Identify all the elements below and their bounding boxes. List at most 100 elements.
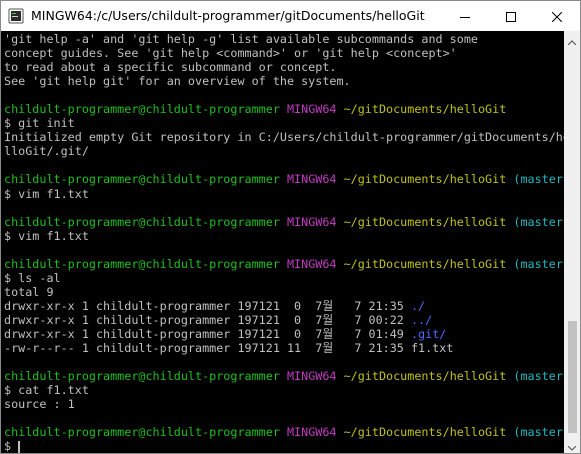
terminal-line: childult-programmer@childult-programmer …: [4, 172, 564, 186]
terminal-text-segment: $ vim f1.txt: [4, 228, 89, 243]
title-bar[interactable]: MINGW64:/c/Users/childult-programmer/git…: [1, 1, 580, 31]
terminal-line: childult-programmer@childult-programmer …: [4, 215, 564, 229]
terminal-line: 'git help -a' and 'git help -g' list ava…: [4, 32, 564, 46]
terminal-text-segment: concept guides. See 'git help <command>'…: [4, 46, 457, 61]
terminal-text-segment: ~/gitDocuments/helloGit: [343, 425, 507, 440]
terminal-line: source : 1: [4, 397, 564, 411]
terminal-text-segment: childult-programmer@childult-programmer: [4, 214, 280, 229]
scroll-down-icon: [567, 436, 577, 454]
maximize-icon: [506, 7, 516, 26]
terminal-text-segment: ~/gitDocuments/helloGit: [343, 256, 507, 271]
terminal-text-segment: $ cat f1.txt: [4, 383, 89, 398]
terminal-text-segment: MINGW64: [286, 214, 337, 229]
scrollbar-thumb[interactable]: [568, 321, 577, 433]
terminal-text-segment: (master): [513, 425, 564, 440]
terminal-line: concept guides. See 'git help <command>'…: [4, 46, 564, 60]
terminal-line: lloGit/.git/: [4, 144, 564, 158]
terminal-line: $ vim f1.txt: [4, 187, 564, 201]
terminal-text-segment: -rw-r--r-- 1 childult-programmer 197121 …: [4, 341, 454, 356]
terminal-text-segment: drwxr-xr-x 1 childult-programmer 197121 …: [4, 326, 411, 341]
terminal-line: drwxr-xr-x 1 childult-programmer 197121 …: [4, 327, 564, 341]
terminal-text-segment: $ vim f1.txt: [4, 186, 89, 201]
terminal-text-segment: (master): [513, 214, 564, 229]
terminal-text-segment: Initialized empty Git repository in C:/U…: [4, 130, 564, 145]
terminal-text-segment: MINGW64: [286, 425, 337, 440]
close-button[interactable]: [534, 1, 580, 31]
terminal-text-segment: MINGW64: [286, 256, 337, 271]
terminal-text-segment: childult-programmer@childult-programmer: [4, 425, 280, 440]
terminal-text-segment: ~/gitDocuments/helloGit: [343, 172, 507, 187]
terminal-text-segment: childult-programmer@childult-programmer: [4, 369, 280, 384]
maximize-button[interactable]: [488, 1, 534, 31]
terminal-text-segment: .git/: [410, 326, 447, 341]
vertical-scrollbar[interactable]: [564, 31, 580, 453]
terminal-text-segment: ~/gitDocuments/helloGit: [343, 214, 507, 229]
terminal-line: total 9: [4, 285, 564, 299]
terminal-line: -rw-r--r-- 1 childult-programmer 197121 …: [4, 341, 564, 355]
terminal-text-segment: ./: [410, 298, 426, 313]
terminal-text-segment: childult-programmer@childult-programmer: [4, 102, 280, 117]
terminal-text-segment: (master): [513, 369, 564, 384]
scroll-up-icon: [567, 30, 577, 49]
terminal-text-segment: (master): [513, 172, 564, 187]
terminal-line: childult-programmer@childult-programmer …: [4, 369, 564, 383]
terminal-text-segment: ../: [410, 312, 433, 327]
terminal-text-segment: source : 1: [4, 397, 75, 412]
terminal-line: $ cat f1.txt: [4, 383, 564, 397]
terminal-text-segment: total 9: [4, 284, 54, 299]
mingw-app-icon: [8, 8, 24, 24]
terminal-text-segment: drwxr-xr-x 1 childult-programmer 197121 …: [4, 298, 411, 313]
terminal-line: childult-programmer@childult-programmer …: [4, 102, 564, 116]
window-title: MINGW64:/c/Users/childult-programmer/git…: [31, 8, 425, 23]
terminal-text-segment: to read about a specific subcommand or c…: [4, 60, 337, 75]
terminal-line: $ vim f1.txt: [4, 229, 564, 243]
terminal-line: $ git init: [4, 116, 564, 130]
terminal-text-segment: ~/gitDocuments/helloGit: [343, 369, 507, 384]
terminal-line: childult-programmer@childult-programmer …: [4, 257, 564, 271]
terminal-text-segment: lloGit/.git/: [4, 144, 89, 159]
text-cursor: [18, 440, 21, 453]
terminal-line: $ ls -al: [4, 271, 564, 285]
terminal-line: to read about a specific subcommand or c…: [4, 60, 564, 74]
terminal-text-segment: See 'git help git' for an overview of th…: [4, 74, 351, 89]
terminal-text-segment: childult-programmer@childult-programmer: [4, 256, 280, 271]
terminal-text-segment: drwxr-xr-x 1 childult-programmer 197121 …: [4, 312, 411, 327]
terminal-text-segment: 'git help -a' and 'git help -g' list ava…: [4, 32, 478, 46]
terminal-text-segment: MINGW64: [286, 102, 337, 117]
terminal-text-segment: childult-programmer@childult-programmer: [4, 172, 280, 187]
terminal-line: Initialized empty Git repository in C:/U…: [4, 130, 564, 144]
terminal-text-segment: (master): [513, 256, 564, 271]
terminal-window: MINGW64:/c/Users/childult-programmer/git…: [0, 0, 581, 454]
terminal-text-segment: MINGW64: [286, 369, 337, 384]
terminal-line: See 'git help git' for an overview of th…: [4, 74, 564, 88]
minimize-button[interactable]: [442, 1, 488, 31]
terminal-text-segment: ~/gitDocuments/helloGit: [343, 102, 507, 117]
terminal-text-segment: MINGW64: [286, 172, 337, 187]
scroll-down-button[interactable]: [564, 437, 580, 453]
close-icon: [551, 7, 563, 26]
scroll-up-button[interactable]: [564, 31, 580, 47]
terminal-lines: 'git help -a' and 'git help -g' list ava…: [4, 32, 564, 453]
terminal-output[interactable]: 'git help -a' and 'git help -g' list ava…: [1, 31, 564, 453]
terminal-line: drwxr-xr-x 1 childult-programmer 197121 …: [4, 299, 564, 313]
terminal-text-segment: $ git init: [4, 116, 75, 131]
terminal-line: drwxr-xr-x 1 childult-programmer 197121 …: [4, 313, 564, 327]
